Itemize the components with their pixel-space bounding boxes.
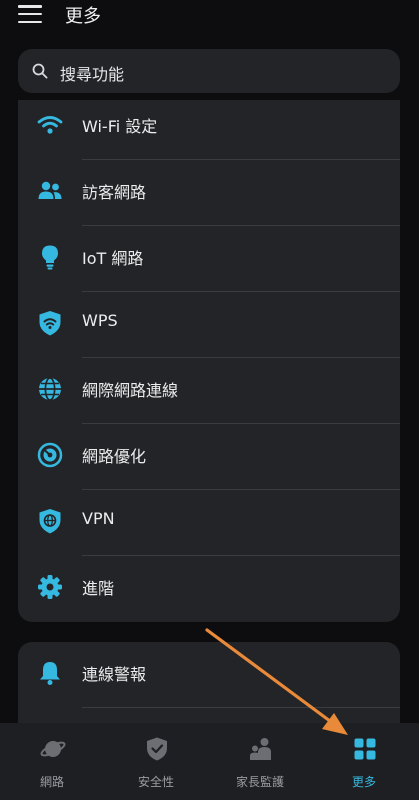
wifi-icon [37,116,63,134]
menu-item-label: 進階 [82,579,115,598]
menu-item-advanced[interactable]: 進階 [18,556,400,622]
menu-item-guest-network[interactable]: 訪客網路 [18,160,400,226]
bottom-navigation: 網路 安全性 家長監護 更多 [0,723,419,800]
optimization-gauge-icon [37,442,63,468]
tab-label: 更多 [351,775,376,789]
page-title: 更多 [65,6,101,27]
gear-icon [38,575,62,599]
menu-item-label: 連線警報 [82,665,147,684]
family-icon [250,738,271,760]
search-icon [32,63,48,79]
menu-item-wps[interactable]: WPS [18,292,400,358]
tab-label: 網路 [39,775,64,789]
top-bar: 更多 [0,0,419,40]
grid-icon [354,738,376,760]
menu-item-vpn[interactable]: VPN [18,490,400,556]
bell-icon [40,662,60,685]
settings-menu-card: Wi-Fi 設定 訪客網路 IoT 網路 WPS 網際網路連線 網路優化 VPN… [18,100,400,622]
tab-more[interactable]: 更多 [312,723,416,800]
shield-check-icon [147,737,167,761]
tab-label: 家長監護 [235,775,284,789]
planet-icon [40,741,66,757]
tab-network[interactable]: 網路 [0,723,104,800]
search-placeholder: 搜尋功能 [60,65,125,84]
guest-users-icon [38,181,62,199]
menu-item-label: 訪客網路 [82,183,147,202]
tab-parental-controls[interactable]: 家長監護 [208,723,312,800]
menu-item-iot-network[interactable]: IoT 網路 [18,226,400,292]
menu-item-label: 網路優化 [82,447,147,466]
tab-security[interactable]: 安全性 [104,723,208,800]
hamburger-menu-icon[interactable] [18,5,42,24]
menu-item-label: IoT 網路 [82,249,144,268]
menu-item-label: 網際網路連線 [82,381,179,400]
lightbulb-icon [42,245,58,270]
search-bar[interactable]: 搜尋功能 [18,49,400,93]
globe-icon [39,377,61,401]
menu-item-label: VPN [82,509,115,528]
menu-item-wifi-settings[interactable]: Wi-Fi 設定 [18,94,400,160]
divider [82,707,400,708]
menu-item-label: WPS [82,311,118,330]
menu-item-internet-connection[interactable]: 網際網路連線 [18,358,400,424]
tab-label: 安全性 [137,775,174,789]
menu-item-network-optimization[interactable]: 網路優化 [18,424,400,490]
wps-shield-icon [39,311,61,336]
menu-item-connection-alert[interactable]: 連線警報 [18,642,400,708]
vpn-shield-icon [39,509,61,534]
menu-item-label: Wi-Fi 設定 [82,117,158,136]
